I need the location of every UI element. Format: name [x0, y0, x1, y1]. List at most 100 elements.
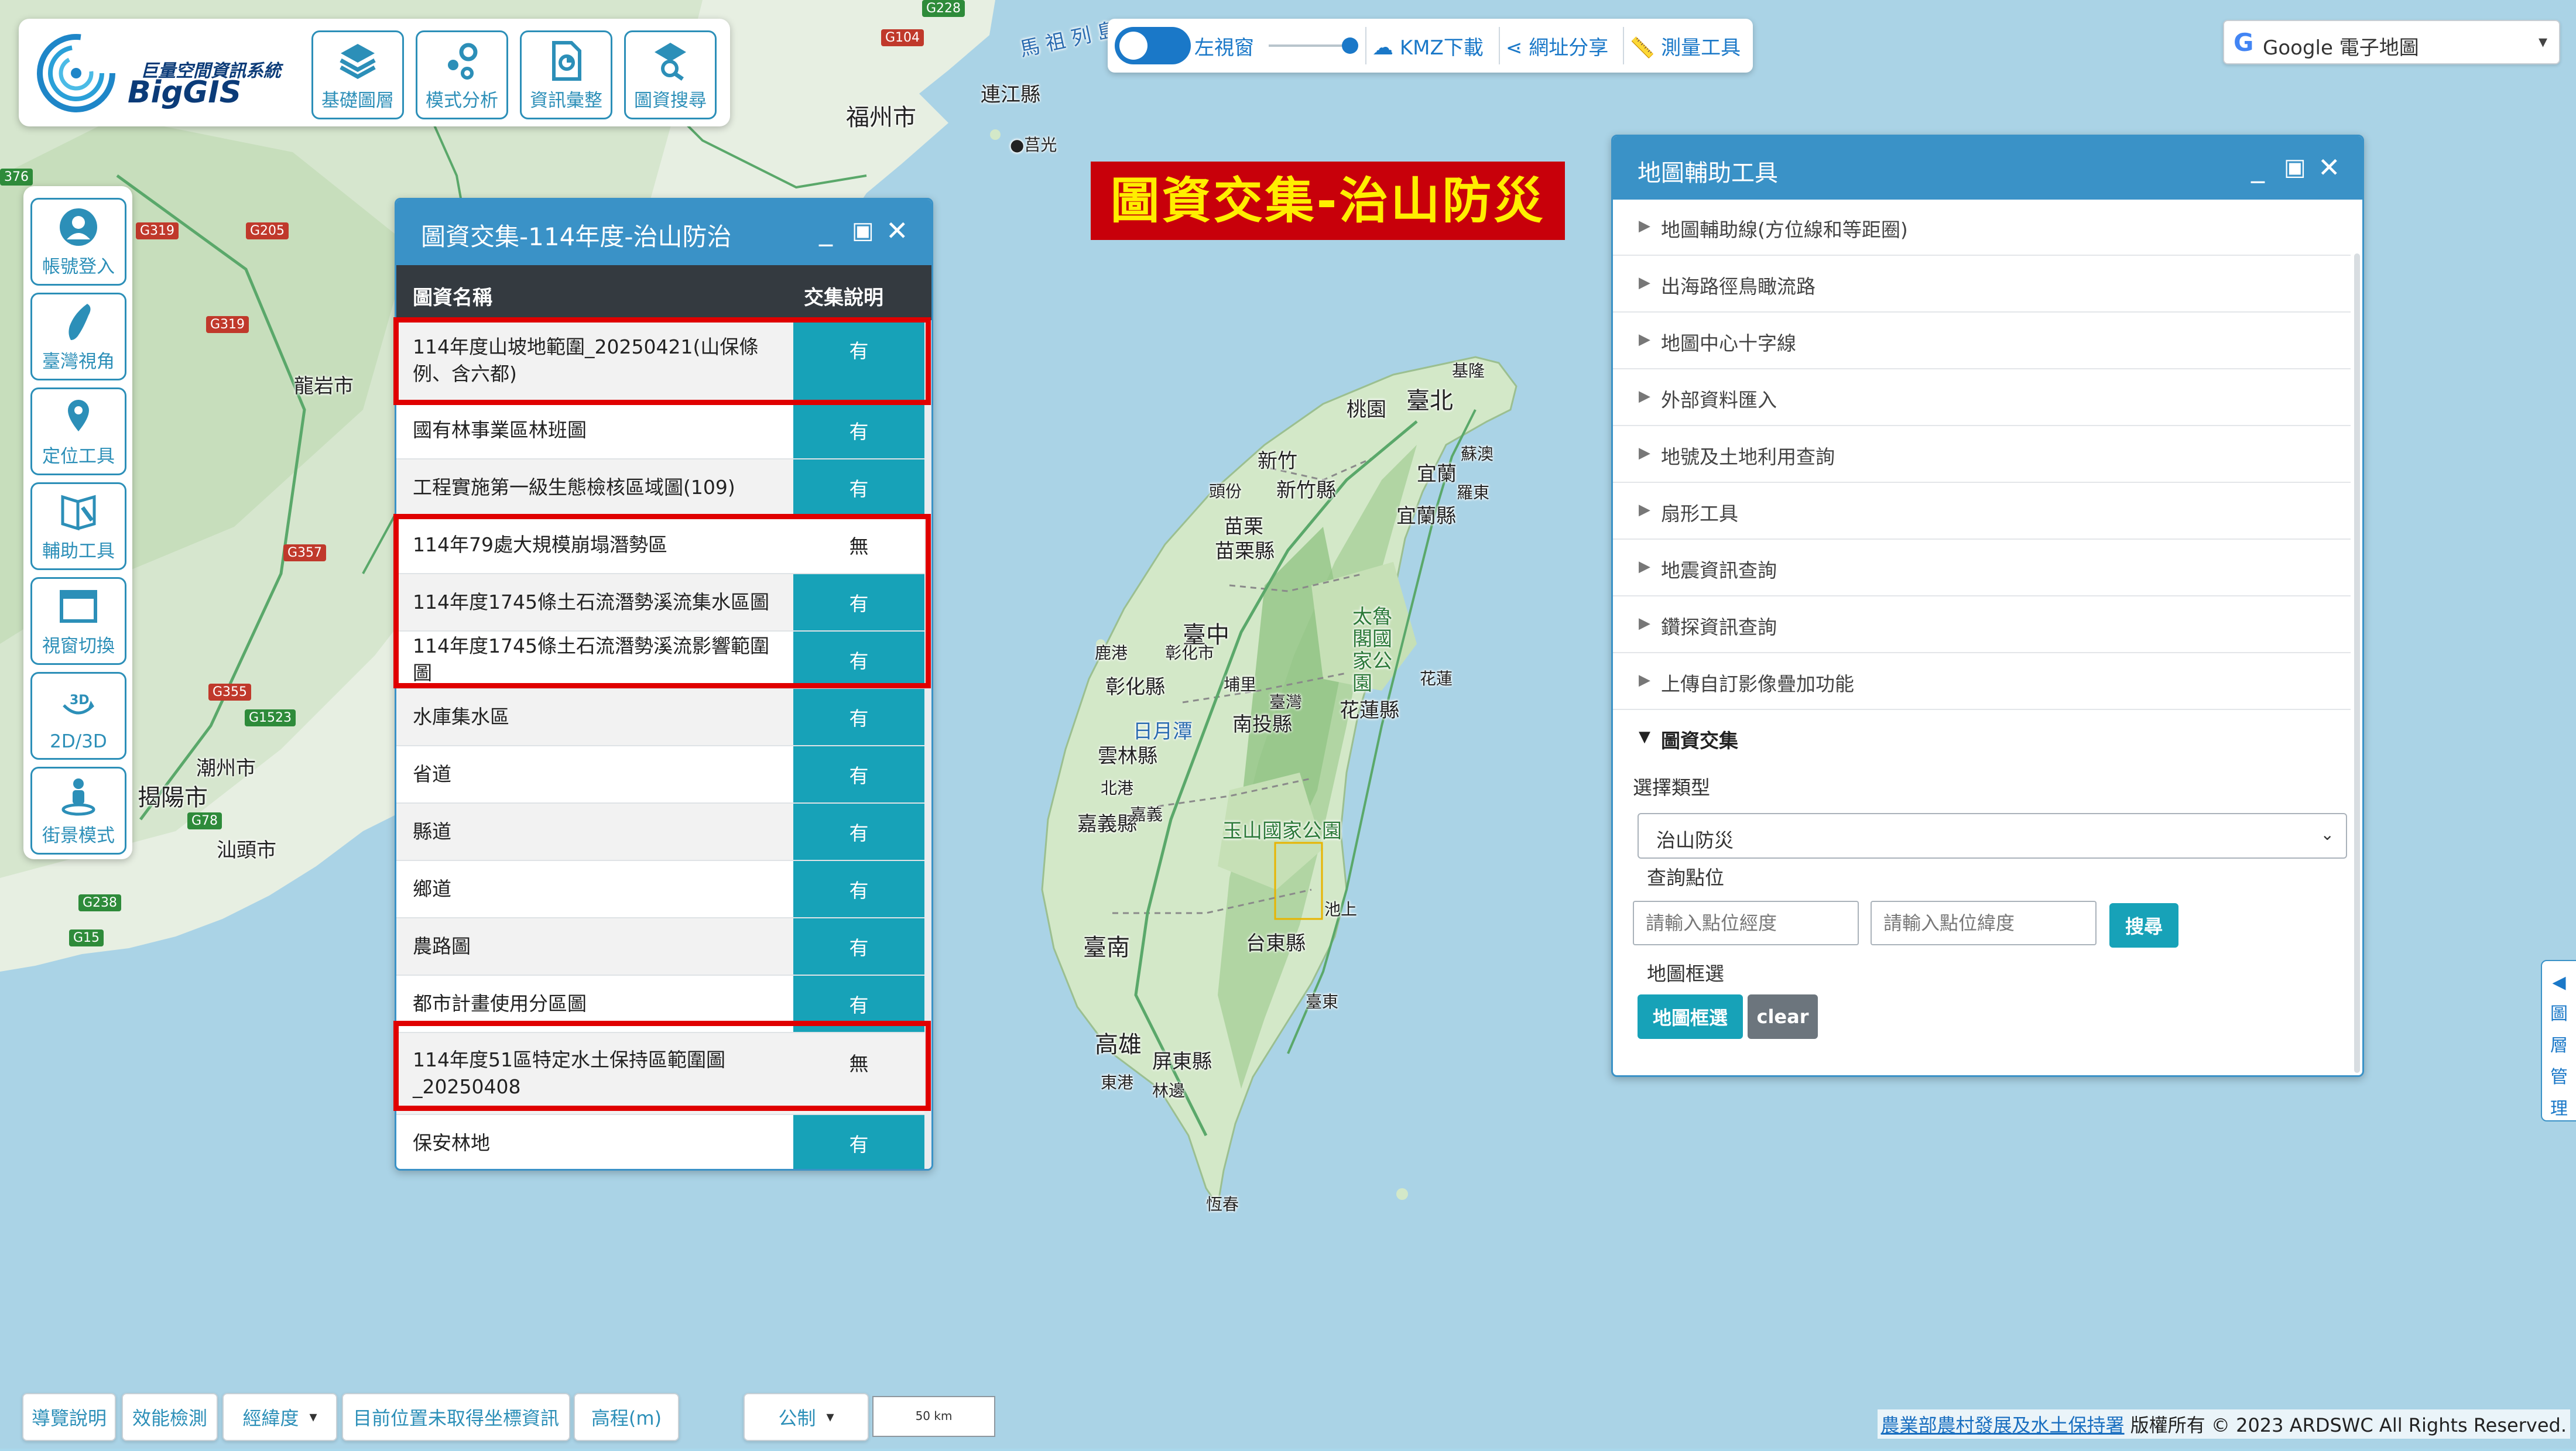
intersection-status-cell[interactable]: 有	[793, 632, 924, 688]
minimize-icon[interactable]: _	[819, 215, 833, 246]
maximize-icon[interactable]: ▣	[2284, 154, 2306, 181]
intersection-status-cell[interactable]: 有	[793, 746, 924, 802]
table-row[interactable]: 工程實施第一級生態檢核區域圖(109) 有	[396, 459, 931, 517]
table-row[interactable]: 省道 有	[396, 746, 931, 804]
type-select-value: 治山防災	[1656, 829, 1734, 852]
opacity-slider-handle[interactable]	[1342, 37, 1358, 54]
info-summary-label: 資訊彙整	[530, 90, 602, 111]
close-icon[interactable]: ✕	[2318, 152, 2341, 183]
intersection-status-cell[interactable]: 有	[793, 320, 924, 401]
table-row[interactable]: 鄉道 有	[396, 861, 931, 918]
map-label: 基隆	[1452, 361, 1485, 380]
map-pin-icon	[68, 400, 89, 431]
accordion-item[interactable]: ▶ 扇形工具	[1613, 483, 2351, 540]
intersection-status-cell[interactable]: 有	[793, 918, 924, 975]
2d-3d-toggle-button[interactable]: 3D 2D/3D	[30, 672, 126, 760]
table-row[interactable]: 縣道 有	[396, 804, 931, 861]
intersection-status-cell[interactable]: 有	[793, 861, 924, 917]
table-row[interactable]: 114年度51區特定水土保持區範圍圖_20250408 無	[396, 1033, 931, 1115]
table-row[interactable]: 114年度山坡地範圍_20250421(山保條例、含六都) 有	[396, 320, 931, 402]
google-logo-icon: G	[2234, 28, 2254, 57]
street-view-button[interactable]: 街景模式	[30, 767, 126, 855]
aux-panel-header: 地圖輔助工具 _ ▣ ✕	[1613, 136, 2362, 200]
share-url-button[interactable]: ⋖ 網址分享	[1506, 32, 1608, 60]
accordion-item[interactable]: ▶ 地號及土地利用查詢	[1613, 427, 2351, 483]
performance-check-button[interactable]: 效能檢測	[122, 1393, 218, 1441]
panel-scrollbar[interactable]	[924, 320, 931, 1169]
locate-tool-button[interactable]: 定位工具	[30, 387, 126, 475]
intersection-status-cell[interactable]: 無	[793, 1033, 924, 1114]
intersection-status-cell[interactable]: 有	[793, 574, 924, 630]
map-label: 桃園	[1347, 398, 1386, 421]
minimize-icon[interactable]: _	[2251, 152, 2265, 183]
chevron-down-icon: ▾	[2538, 32, 2547, 52]
table-row[interactable]: 保安林地 有	[396, 1115, 931, 1169]
maximize-icon[interactable]: ▣	[852, 217, 874, 244]
opacity-slider-track[interactable]	[1269, 44, 1349, 47]
map-label: 福州市	[846, 104, 916, 131]
accordion-item[interactable]: ▶ 地震資訊查詢	[1613, 540, 2351, 596]
intersection-status-cell[interactable]: 有	[793, 689, 924, 745]
accordion-item[interactable]: ▶ 地圖輔助線(方位線和等距圈)	[1613, 200, 2351, 256]
coord-system-select[interactable]: 經緯度 ▾	[222, 1393, 337, 1441]
accordion-item-label: 地號及土地利用查詢	[1661, 445, 1835, 468]
intersection-status-cell[interactable]: 有	[793, 459, 924, 516]
layer-name-cell: 農路圖	[413, 935, 471, 958]
accordion-item[interactable]: ▼ 圖資交集	[1613, 711, 2351, 766]
latitude-field[interactable]	[1872, 902, 2095, 944]
layer-name-cell: 114年度1745條土石流潛勢溪流影響範圍圖	[413, 634, 769, 684]
table-row[interactable]: 114年79處大規模崩塌潛勢區 無	[396, 517, 931, 574]
unit-select[interactable]: 公制 ▾	[744, 1393, 869, 1441]
login-button[interactable]: 帳號登入	[30, 198, 126, 286]
guide-button[interactable]: 導覽說明	[22, 1393, 116, 1441]
accordion-item[interactable]: ▶ 上傳自訂影像疊加功能	[1613, 654, 2351, 710]
map-top-toolbar: 左視窗 ☁ KMZ下載 ⋖ 網址分享 📏 測量工具	[1108, 19, 1753, 73]
aux-panel-scrollbar[interactable]	[2354, 253, 2360, 1073]
table-row[interactable]: 114年度1745條土石流潛勢溪流集水區圖 有	[396, 574, 931, 632]
table-header: 圖資名稱 交集說明	[396, 265, 931, 320]
accordion-item[interactable]: ▶ 地圖中心十字線	[1613, 313, 2351, 369]
longitude-input[interactable]	[1633, 901, 1859, 945]
map-search-button[interactable]: 圖資搜尋	[624, 30, 717, 119]
search-button[interactable]: 搜尋	[2109, 903, 2178, 948]
intersection-status-cell[interactable]: 無	[793, 517, 924, 573]
left-view-toggle[interactable]	[1115, 27, 1191, 64]
intersection-status-cell[interactable]: 有	[793, 1115, 924, 1169]
accordion-item[interactable]: ▶ 出海路徑鳥瞰流路	[1613, 256, 2351, 313]
type-select[interactable]: 治山防災 ⌄	[1638, 813, 2347, 859]
map-label: 北港	[1101, 778, 1134, 798]
table-row[interactable]: 國有林事業區林班圖 有	[396, 402, 931, 459]
clear-button[interactable]: clear	[1748, 994, 1818, 1039]
intersection-status-cell[interactable]: 有	[793, 804, 924, 860]
main-toolbar: 巨量空間資訊系統 BigGIS 基礎圖層 模式分析 資訊彙整 圖資搜尋	[19, 19, 730, 126]
aux-tools-button[interactable]: 輔助工具	[30, 482, 126, 570]
kmz-download-button[interactable]: ☁ KMZ下載	[1372, 32, 1484, 60]
window-switch-button[interactable]: 視窗切換	[30, 577, 126, 665]
accordion-item[interactable]: ▶ 鑽探資訊查詢	[1613, 597, 2351, 653]
table-row[interactable]: 114年度1745條土石流潛勢溪流影響範圍圖有	[396, 632, 931, 689]
agency-link[interactable]: 農業部農村發展及水土保持署	[1881, 1414, 2125, 1436]
accordion-item[interactable]: ▶ 外部資料匯入	[1613, 370, 2351, 426]
info-summary-button[interactable]: 資訊彙整	[520, 30, 612, 119]
table-row[interactable]: 水庫集水區 有	[396, 689, 931, 746]
layer-manager-tab[interactable]: ◀ 圖層管理	[2541, 960, 2576, 1121]
base-layers-button[interactable]: 基礎圖層	[311, 30, 404, 119]
model-analysis-button[interactable]: 模式分析	[416, 30, 508, 119]
measure-tool-button[interactable]: 📏 測量工具	[1630, 32, 1741, 60]
document-chart-icon	[552, 41, 581, 81]
table-row[interactable]: 都市計畫使用分區圖 有	[396, 976, 931, 1033]
layer-manager-char: 管	[2550, 1067, 2568, 1088]
map-label: 新竹	[1258, 450, 1297, 473]
table-row[interactable]: 農路圖 有	[396, 918, 931, 976]
longitude-field[interactable]	[1634, 902, 1858, 944]
layer-name-cell: 保安林地	[413, 1131, 490, 1154]
close-icon[interactable]: ✕	[886, 215, 909, 246]
latitude-input[interactable]	[1871, 901, 2097, 945]
intersection-status-cell[interactable]: 有	[793, 976, 924, 1032]
taiwan-view-button[interactable]: 臺灣視角	[30, 293, 126, 380]
basemap-select[interactable]: G Google 電子地圖 ▾	[2223, 20, 2560, 64]
intersection-result-panel: 圖資交集-114年度-治山防治 _ ▣ ✕ 圖資名稱 交集說明 114年度山坡地…	[395, 198, 933, 1171]
intersection-status-cell[interactable]: 有	[793, 402, 924, 458]
locate-tool-label: 定位工具	[42, 446, 115, 467]
box-select-button[interactable]: 地圖框選	[1638, 994, 1743, 1039]
